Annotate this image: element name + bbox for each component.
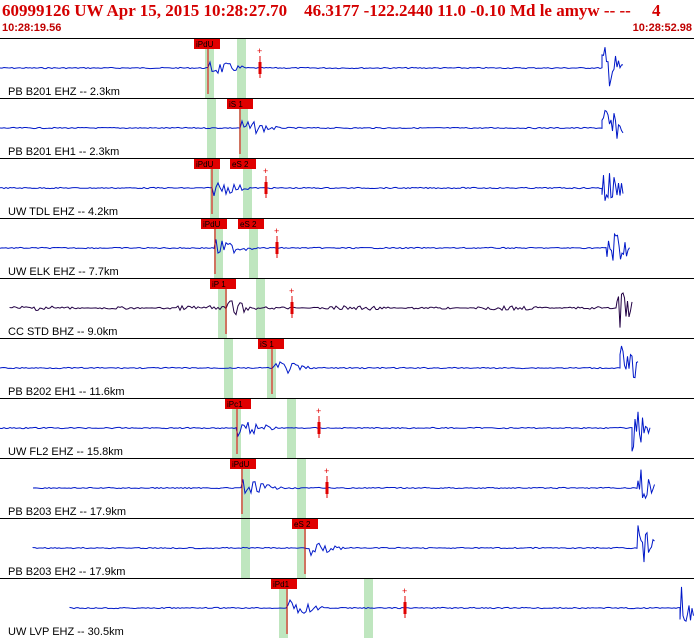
station-label: PB B201 EH1 -- 2.3km <box>8 146 119 158</box>
plus-marker: + <box>263 166 268 176</box>
waveform <box>0 109 624 139</box>
trace-panel[interactable]: iS 1 PB B202 EH1 -- 11.6km <box>0 338 694 399</box>
event-title: 60999126 UW Apr 15, 2015 10:28:27.70 46.… <box>2 1 661 20</box>
trace-panel[interactable]: + iPdU PB B201 EHZ -- 2.3km <box>0 38 694 99</box>
station-label: CC STD BHZ -- 9.0km <box>8 326 117 338</box>
amplitude-marker-body <box>325 482 329 494</box>
amplitude-marker-body <box>264 182 268 194</box>
station-label: PB B203 EH2 -- 17.9km <box>8 566 125 578</box>
station-label: PB B203 EHZ -- 17.9km <box>8 506 126 518</box>
station-label: PB B202 EH1 -- 11.6km <box>8 386 125 398</box>
waveform <box>0 173 624 201</box>
end-time: 10:28:52.98 <box>632 22 692 34</box>
station-label: UW LVP EHZ -- 30.5km <box>8 626 124 638</box>
pick-label: eS 2 <box>240 220 257 229</box>
station-label: PB B201 EHZ -- 2.3km <box>8 86 120 98</box>
trace-panel[interactable]: + iPd1 UW LVP EHZ -- 30.5km <box>0 578 694 638</box>
pick-label: iP 1 <box>212 280 226 289</box>
amplitude-marker-body <box>275 242 279 254</box>
trace-panel[interactable]: + iPdU PB B203 EHZ -- 17.9km <box>0 458 694 519</box>
trace-panel[interactable]: eS 2 PB B203 EH2 -- 17.9km <box>0 518 694 579</box>
waveform <box>69 586 694 623</box>
trace-panel[interactable]: + iP 1 CC STD BHZ -- 9.0km <box>0 278 694 339</box>
pick-label: iPd1 <box>273 580 290 589</box>
waveform <box>32 525 655 563</box>
pick-label: iPdU <box>203 220 221 229</box>
plus-marker: + <box>324 466 329 476</box>
plus-marker: + <box>289 286 294 296</box>
plus-marker: + <box>316 406 321 416</box>
waveform <box>9 292 633 328</box>
pick-label: iS 1 <box>229 100 243 109</box>
waveform <box>0 47 624 87</box>
amplitude-marker-body <box>290 302 294 314</box>
station-label: UW ELK EHZ -- 7.7km <box>8 266 119 278</box>
pick-label: iPdU <box>232 460 250 469</box>
trace-panel[interactable]: + iPc1 UW FL2 EHZ -- 15.8km <box>0 398 694 459</box>
amplitude-marker-body <box>258 62 262 74</box>
waveform <box>32 469 655 500</box>
pick-label: iPdU <box>196 160 214 169</box>
s-window <box>287 399 296 458</box>
waveform <box>0 232 630 261</box>
pick-label: iS 1 <box>260 340 274 349</box>
pick-label: iPc1 <box>227 400 243 409</box>
amplitude-marker-body <box>403 602 407 614</box>
waveform <box>0 345 639 379</box>
pick-label: iPdU <box>196 40 214 49</box>
seismogram-panels[interactable]: + iPdU PB B201 EHZ -- 2.3km iS 1 PB B201 EH1… <box>0 38 694 638</box>
trace-panel[interactable]: iS 1 PB B201 EH1 -- 2.3km <box>0 98 694 159</box>
start-time: 10:28:19.56 <box>2 22 62 34</box>
event-header: 60999126 UW Apr 15, 2015 10:28:27.70 46.… <box>0 0 694 38</box>
trace-panel[interactable]: + iPdU eS 2 UW ELK EHZ -- 7.7km <box>0 218 694 279</box>
pick-label: eS 2 <box>232 160 249 169</box>
station-label: UW FL2 EHZ -- 15.8km <box>8 446 123 458</box>
s-window <box>237 39 246 98</box>
station-label: UW TDL EHZ -- 4.2km <box>8 206 118 218</box>
trace-panel[interactable]: + iPdU eS 2 UW TDL EHZ -- 4.2km <box>0 158 694 219</box>
plus-marker: + <box>402 586 407 596</box>
amplitude-marker-body <box>317 422 321 434</box>
pick-label: eS 2 <box>294 520 311 529</box>
plus-marker: + <box>274 226 279 236</box>
plus-marker: + <box>257 46 262 56</box>
